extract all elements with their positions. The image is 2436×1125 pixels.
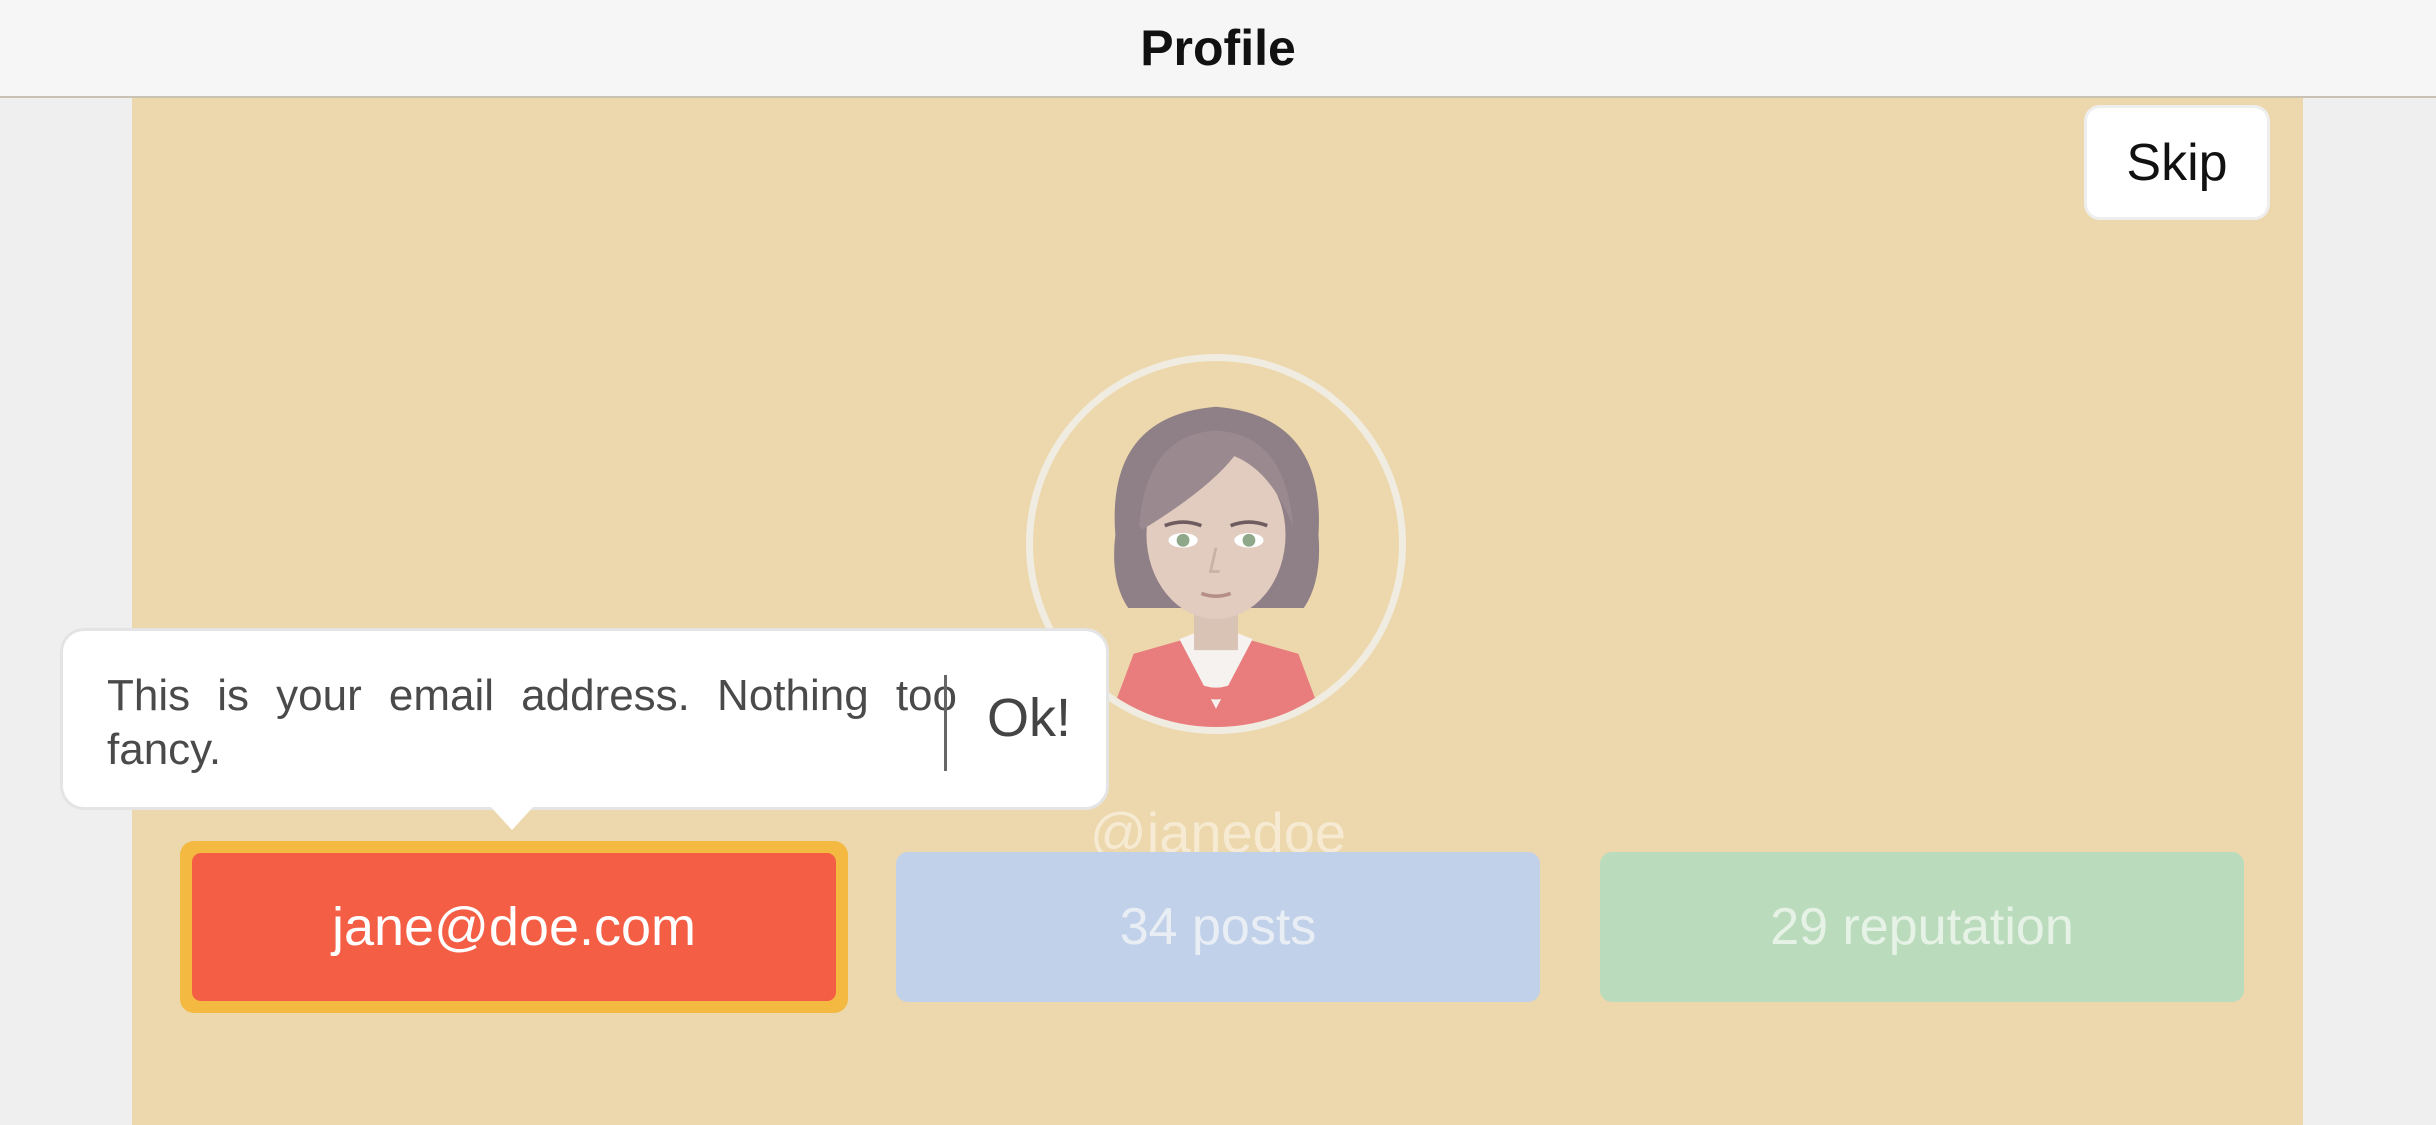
page-title: Profile bbox=[1140, 20, 1296, 76]
skip-button[interactable]: Skip bbox=[2084, 105, 2270, 220]
tooltip-arrow bbox=[490, 806, 534, 830]
tooltip-ok-button[interactable]: Ok! bbox=[987, 687, 1071, 749]
email-button[interactable]: jane@doe.com bbox=[192, 853, 836, 1001]
navigation-bar: Profile bbox=[0, 0, 2436, 98]
email-stat-highlight: jane@doe.com bbox=[180, 841, 848, 1013]
posts-button[interactable]: 34 posts bbox=[896, 852, 1540, 1002]
tooltip-divider bbox=[944, 675, 947, 771]
reputation-button[interactable]: 29 reputation bbox=[1600, 852, 2244, 1002]
tour-tooltip: This is your email address. Nothing too … bbox=[60, 628, 1109, 810]
tooltip-message: This is your email address. Nothing too … bbox=[107, 671, 957, 774]
